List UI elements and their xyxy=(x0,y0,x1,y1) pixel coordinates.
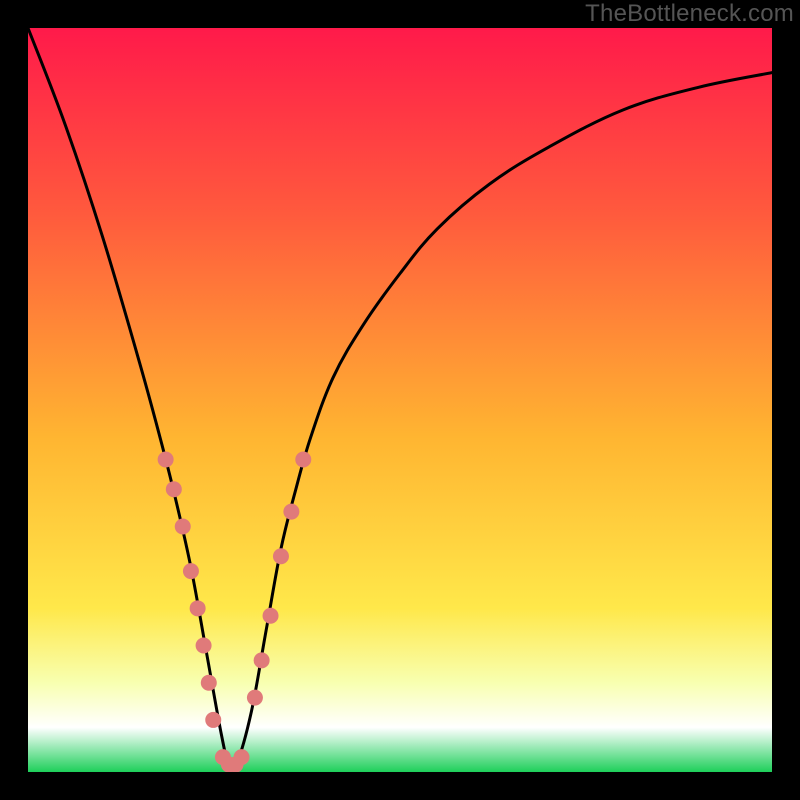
gradient-plot-area xyxy=(28,28,772,772)
bottleneck-curve-path xyxy=(28,28,772,770)
left-arm-dots-dot xyxy=(166,481,182,497)
left-arm-dots-dot xyxy=(175,518,191,534)
right-arm-dots-dot xyxy=(283,504,299,520)
left-arm-dots-dot xyxy=(196,638,212,654)
left-arm-dots-dot xyxy=(158,452,174,468)
left-arm-dots-dot xyxy=(190,600,206,616)
left-arm-dots-dot xyxy=(201,675,217,691)
right-arm-dots-dot xyxy=(254,652,270,668)
right-arm-dots-dot xyxy=(247,690,263,706)
valley-dots-dot xyxy=(234,749,250,765)
left-arm-dots-dot xyxy=(183,563,199,579)
chart-stage: TheBottleneck.com xyxy=(0,0,800,800)
brand-watermark: TheBottleneck.com xyxy=(585,0,794,28)
right-arm-dots-dot xyxy=(295,452,311,468)
bottleneck-curve-svg xyxy=(28,28,772,772)
left-arm-dots-dot xyxy=(205,712,221,728)
right-arm-dots-dot xyxy=(263,608,279,624)
right-arm-dots-dot xyxy=(273,548,289,564)
